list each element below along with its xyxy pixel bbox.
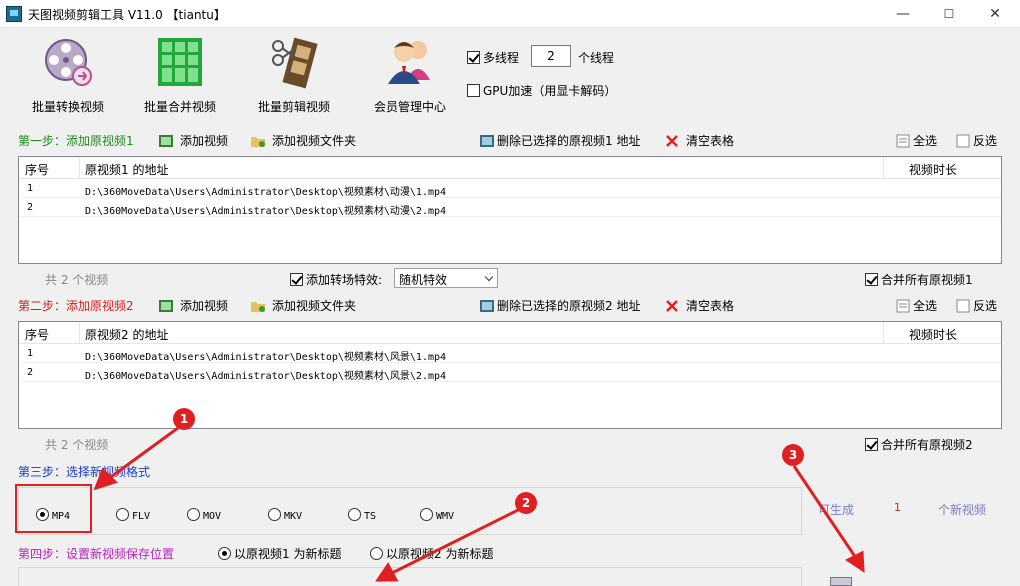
annotation-badge-1: 1 [173, 408, 195, 430]
annotation-arrows [93, 426, 865, 582]
annotation-badge-2: 2 [515, 492, 537, 514]
annotation-badge-3: 3 [782, 444, 804, 466]
